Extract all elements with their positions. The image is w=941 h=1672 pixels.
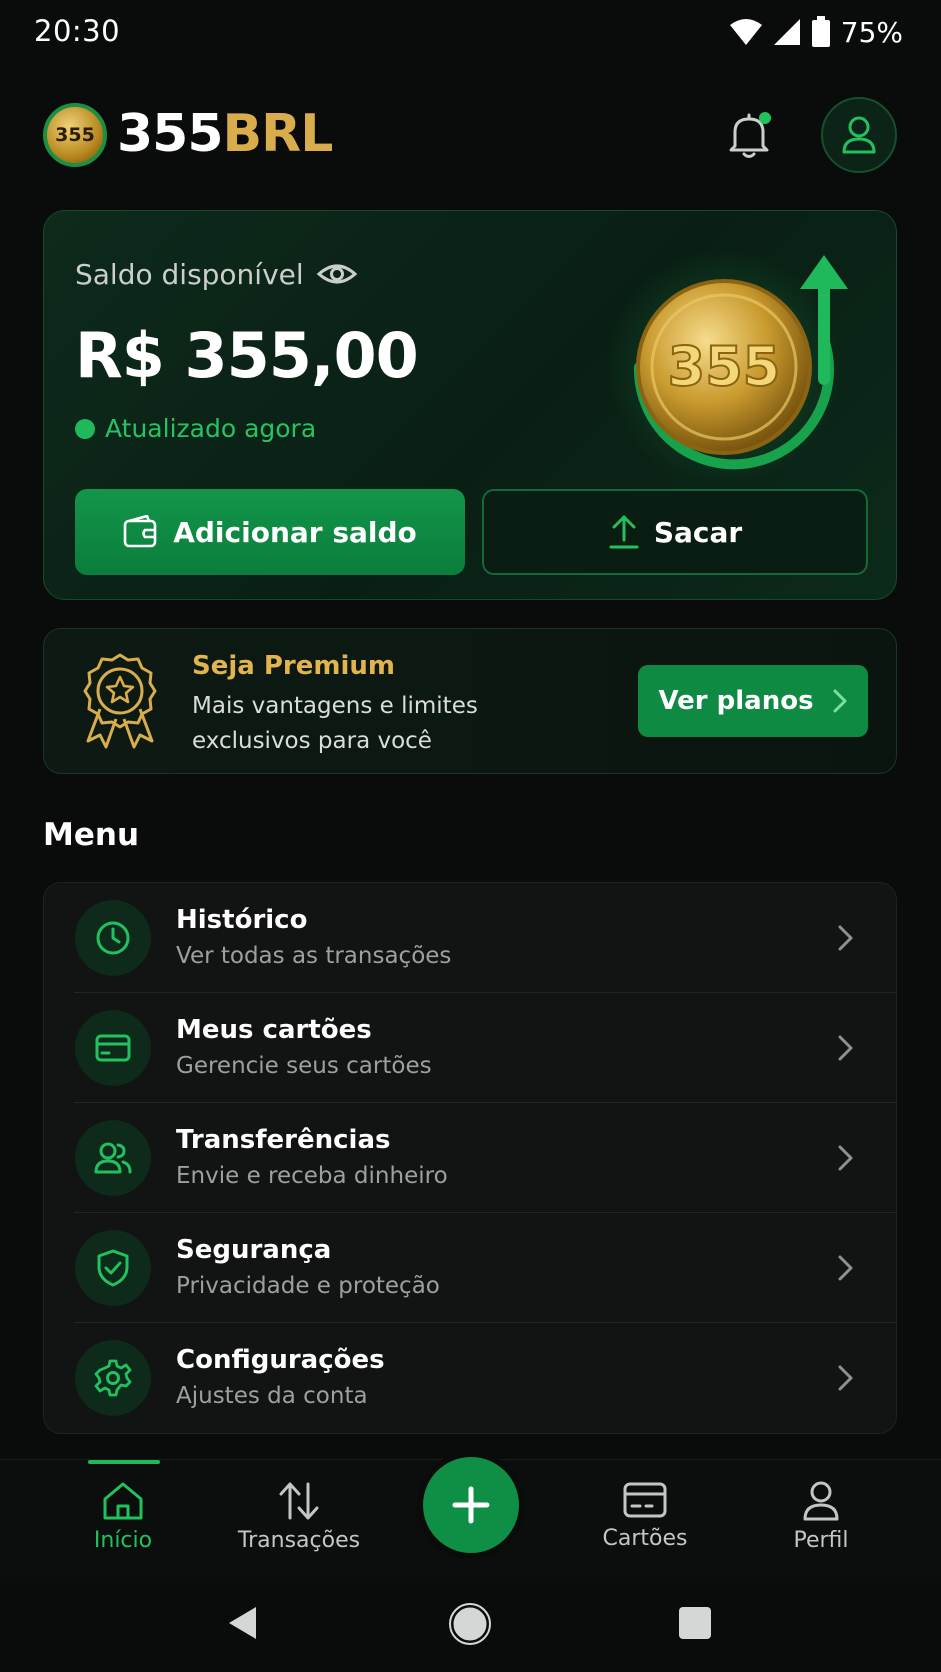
menu-item-cards[interactable]: Meus cartões Gerencie seus cartões bbox=[44, 993, 896, 1103]
add-balance-button[interactable]: Adicionar saldo bbox=[75, 489, 465, 575]
wifi-icon bbox=[729, 19, 762, 45]
menu-icon-bg bbox=[75, 1230, 151, 1306]
nav-label: Perfil bbox=[793, 1528, 849, 1553]
users-icon bbox=[94, 1142, 132, 1174]
menu-item-security[interactable]: Segurança Privacidade e proteção bbox=[44, 1213, 896, 1323]
plus-icon bbox=[452, 1486, 490, 1524]
premium-banner: Seja Premium Mais vantagens e limites ex… bbox=[43, 628, 897, 774]
menu-item-label: Meus cartões bbox=[176, 1015, 372, 1045]
user-icon bbox=[842, 116, 876, 154]
view-plans-button[interactable]: Ver planos bbox=[638, 665, 868, 737]
balance-label: Saldo disponível bbox=[75, 258, 304, 291]
nav-item-profile[interactable]: Perfil bbox=[741, 1480, 901, 1570]
balance-card: Saldo disponível R$ 355,00 Atualizado ag… bbox=[43, 210, 897, 600]
battery-percent: 75% bbox=[840, 15, 903, 49]
shield-check-icon bbox=[97, 1249, 129, 1287]
nav-item-transactions[interactable]: Transações bbox=[219, 1480, 379, 1570]
updated-text: Atualizado agora bbox=[105, 414, 317, 443]
menu-item-subtitle: Ajustes da conta bbox=[176, 1383, 368, 1409]
updated-status: Atualizado agora bbox=[75, 414, 316, 443]
nav-label: Cartões bbox=[602, 1526, 688, 1551]
menu-icon-bg bbox=[75, 1120, 151, 1196]
menu-icon-bg bbox=[75, 900, 151, 976]
status-bar: 20:30 75% bbox=[0, 0, 941, 64]
menu-item-label: Segurança bbox=[176, 1235, 332, 1265]
nav-item-home[interactable]: Início bbox=[43, 1480, 203, 1570]
premium-title: Seja Premium bbox=[192, 651, 395, 681]
app-logo: 355BRL bbox=[117, 102, 334, 166]
chevron-right-icon bbox=[838, 1035, 853, 1061]
add-balance-label: Adicionar saldo bbox=[173, 515, 417, 549]
arrows-up-down-icon bbox=[279, 1482, 319, 1520]
logo-number: 355 bbox=[117, 104, 224, 164]
withdraw-button[interactable]: Sacar bbox=[482, 489, 868, 575]
chevron-right-icon bbox=[838, 1145, 853, 1171]
withdraw-label: Sacar bbox=[653, 515, 743, 549]
logo-badge: 355 bbox=[43, 103, 107, 167]
battery-icon bbox=[811, 16, 830, 47]
nav-label: Transações bbox=[237, 1528, 361, 1553]
status-time: 20:30 bbox=[34, 14, 121, 48]
recents-square-icon[interactable] bbox=[678, 1606, 712, 1640]
nav-item-cards[interactable]: Cartões bbox=[565, 1480, 725, 1570]
upload-icon bbox=[609, 515, 639, 549]
menu-item-subtitle: Gerencie seus cartões bbox=[176, 1053, 432, 1079]
chevron-right-icon bbox=[833, 689, 847, 713]
coin-text: 355 bbox=[668, 335, 781, 398]
menu-list: Histórico Ver todas as transações Meus c… bbox=[43, 882, 897, 1434]
credit-card-icon bbox=[95, 1034, 131, 1062]
system-nav-bar bbox=[0, 1577, 941, 1672]
notifications-button[interactable] bbox=[721, 108, 777, 164]
menu-item-history[interactable]: Histórico Ver todas as transações bbox=[44, 883, 896, 993]
menu-icon-bg bbox=[75, 1340, 151, 1416]
eye-icon[interactable] bbox=[316, 253, 358, 295]
clock-icon bbox=[96, 921, 130, 955]
premium-description: Mais vantagens e limites exclusivos para… bbox=[192, 693, 478, 754]
menu-icon-bg bbox=[75, 1010, 151, 1086]
profile-button[interactable] bbox=[821, 97, 897, 173]
coin-illustration: 355 bbox=[606, 249, 848, 479]
menu-item-settings[interactable]: Configurações Ajustes da conta bbox=[44, 1323, 896, 1433]
status-dot bbox=[75, 418, 95, 439]
view-plans-label: Ver planos bbox=[658, 686, 814, 716]
wallet-icon bbox=[123, 515, 157, 548]
gear-icon bbox=[94, 1359, 132, 1397]
menu-title: Menu bbox=[43, 817, 140, 853]
chevron-right-icon bbox=[838, 925, 853, 951]
back-triangle-icon[interactable] bbox=[226, 1605, 260, 1641]
home-circle-icon[interactable] bbox=[449, 1603, 491, 1645]
logo-currency: BRL bbox=[222, 104, 334, 164]
menu-item-subtitle: Ver todas as transações bbox=[176, 943, 452, 969]
notification-dot bbox=[759, 112, 771, 124]
nav-label: Início bbox=[93, 1528, 153, 1553]
add-fab-button[interactable] bbox=[423, 1457, 519, 1553]
user-icon bbox=[803, 1481, 839, 1521]
menu-item-subtitle: Privacidade e proteção bbox=[176, 1273, 440, 1299]
menu-item-subtitle: Envie e receba dinheiro bbox=[176, 1163, 448, 1189]
medal-star-icon bbox=[83, 653, 157, 749]
menu-item-transfers[interactable]: Transferências Envie e receba dinheiro bbox=[44, 1103, 896, 1213]
credit-card-icon bbox=[623, 1482, 667, 1518]
menu-item-label: Transferências bbox=[176, 1125, 391, 1155]
signal-icon bbox=[773, 19, 800, 45]
menu-item-label: Configurações bbox=[176, 1345, 385, 1375]
menu-item-label: Histórico bbox=[176, 905, 308, 935]
home-icon bbox=[103, 1482, 143, 1520]
chevron-right-icon bbox=[838, 1365, 853, 1391]
status-icons: 75% bbox=[729, 14, 903, 50]
balance-amount: R$ 355,00 bbox=[75, 319, 419, 392]
chevron-right-icon bbox=[838, 1255, 853, 1281]
active-indicator bbox=[88, 1460, 160, 1464]
app-header: 355 355BRL bbox=[43, 97, 897, 180]
logo-badge-text: 355 bbox=[55, 124, 95, 146]
